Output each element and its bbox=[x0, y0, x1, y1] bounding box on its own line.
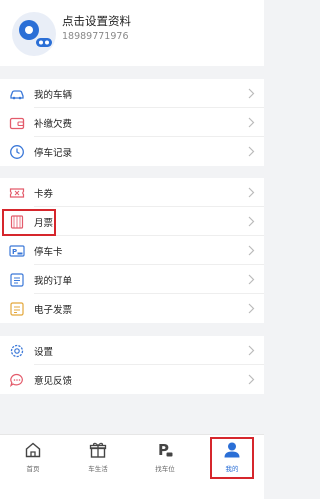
menu-item-e-invoice[interactable]: 电子发票 bbox=[0, 294, 264, 323]
menu-item-label: 停车卡 bbox=[34, 247, 63, 258]
chevron-right-icon bbox=[248, 187, 255, 198]
menu-item-pay-arrears[interactable]: 补缴欠费 bbox=[0, 108, 264, 137]
tab-label: 车生活 bbox=[88, 465, 108, 473]
chevron-right-icon bbox=[248, 303, 255, 314]
gift-icon bbox=[89, 442, 107, 458]
chat-icon bbox=[9, 373, 23, 388]
menu-item-label: 电子发票 bbox=[34, 305, 73, 316]
menu-item-parking-records[interactable]: 停车记录 bbox=[0, 137, 264, 166]
gear-icon bbox=[10, 344, 24, 358]
menu-item-label: 我的订单 bbox=[34, 276, 73, 287]
parking-card-icon: P bbox=[9, 245, 25, 257]
tab-label: 找车位 bbox=[155, 465, 175, 473]
chevron-right-icon bbox=[248, 245, 255, 256]
tab-home[interactable]: 首页 bbox=[8, 441, 58, 481]
profile-header[interactable]: 点击设置资料 18989771976 bbox=[0, 0, 264, 66]
chevron-right-icon bbox=[248, 117, 255, 128]
svg-text:P: P bbox=[12, 248, 17, 256]
menu-group-settings: 设置 意见反馈 bbox=[0, 336, 264, 394]
profile-name[interactable]: 点击设置资料 bbox=[62, 13, 131, 29]
chevron-right-icon bbox=[248, 216, 255, 227]
menu-item-coupons[interactable]: 卡券 bbox=[0, 178, 264, 207]
tab-label: 首页 bbox=[26, 465, 40, 473]
menu-item-label: 卡券 bbox=[34, 189, 54, 200]
menu-item-label: 意见反馈 bbox=[34, 376, 73, 387]
chevron-right-icon bbox=[248, 374, 255, 385]
highlight-box-mine-tab bbox=[210, 437, 254, 479]
car-icon bbox=[10, 90, 24, 100]
wallet-icon bbox=[9, 117, 25, 130]
menu-group-tickets: 卡券 月票 P 停车卡 我的订单 电子发票 bbox=[0, 178, 264, 323]
avatar-icon bbox=[12, 12, 56, 56]
menu-group-vehicle: 我的车辆 补缴欠费 停车记录 bbox=[0, 79, 264, 166]
clock-icon bbox=[10, 145, 24, 159]
menu-item-label: 停车记录 bbox=[34, 148, 73, 159]
menu-item-parking-card[interactable]: P 停车卡 bbox=[0, 236, 264, 265]
parking-find-icon: P bbox=[158, 441, 173, 459]
menu-item-my-vehicles[interactable]: 我的车辆 bbox=[0, 79, 264, 108]
profile-phone: 18989771976 bbox=[62, 31, 129, 42]
coupon-icon bbox=[9, 188, 25, 198]
home-icon bbox=[25, 442, 41, 458]
tab-car-life[interactable]: 车生活 bbox=[73, 441, 123, 481]
orders-icon bbox=[10, 273, 24, 287]
invoice-icon bbox=[10, 302, 24, 316]
menu-item-feedback[interactable]: 意见反馈 bbox=[0, 365, 264, 394]
menu-item-label: 设置 bbox=[34, 347, 54, 358]
chevron-right-icon bbox=[248, 88, 255, 99]
chevron-right-icon bbox=[248, 345, 255, 356]
menu-item-settings[interactable]: 设置 bbox=[0, 336, 264, 365]
menu-item-my-orders[interactable]: 我的订单 bbox=[0, 265, 264, 294]
tab-find-parking[interactable]: P 找车位 bbox=[140, 441, 190, 481]
chevron-right-icon bbox=[248, 274, 255, 285]
menu-item-label: 我的车辆 bbox=[34, 90, 73, 101]
menu-item-label: 补缴欠费 bbox=[34, 119, 73, 130]
chevron-right-icon bbox=[248, 146, 255, 157]
highlight-box-monthly-pass bbox=[2, 209, 56, 236]
